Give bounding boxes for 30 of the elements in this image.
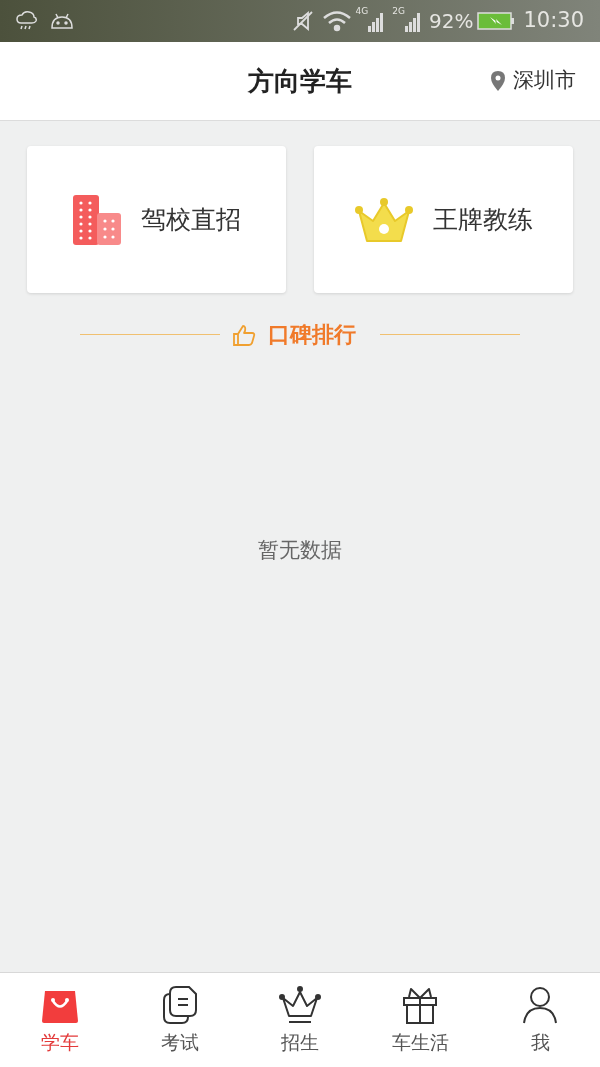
section-title: 口碑排行: [268, 321, 356, 349]
network-label: 2G: [392, 5, 405, 18]
wifi-icon: [321, 10, 352, 32]
network-label: 4G: [355, 5, 369, 18]
category-card[interactable]: 王牌教练: [314, 146, 573, 293]
tab[interactable]: 我: [480, 973, 600, 1067]
documents-icon: [162, 985, 198, 1024]
location-button[interactable]: 深圳市: [491, 65, 576, 97]
signal-icon: [405, 10, 421, 32]
location-pin-icon: [491, 71, 505, 91]
battery-icon: [477, 12, 516, 30]
clock: 10:30: [523, 7, 584, 35]
person-icon: [522, 985, 558, 1024]
mute-icon: [291, 10, 314, 32]
thumbs-up-icon: [232, 323, 256, 346]
gift-icon: [402, 985, 438, 1024]
battery-percent: 92%: [429, 8, 474, 35]
empty-message: 暂无数据: [258, 537, 342, 564]
tab[interactable]: 考试: [120, 973, 240, 1067]
tab[interactable]: 招生: [240, 973, 360, 1067]
tab[interactable]: 车生活: [360, 973, 480, 1067]
building-icon: [72, 194, 121, 245]
category-card[interactable]: 驾校直招: [27, 146, 286, 293]
crown-icon: [279, 985, 321, 1024]
crown-icon: [354, 196, 413, 243]
cloud-rain-icon: [16, 11, 38, 31]
android-icon: [50, 13, 74, 29]
signal-icon: [368, 10, 385, 32]
tab[interactable]: 学车: [0, 973, 120, 1067]
page-title: 方向学车: [248, 64, 352, 98]
